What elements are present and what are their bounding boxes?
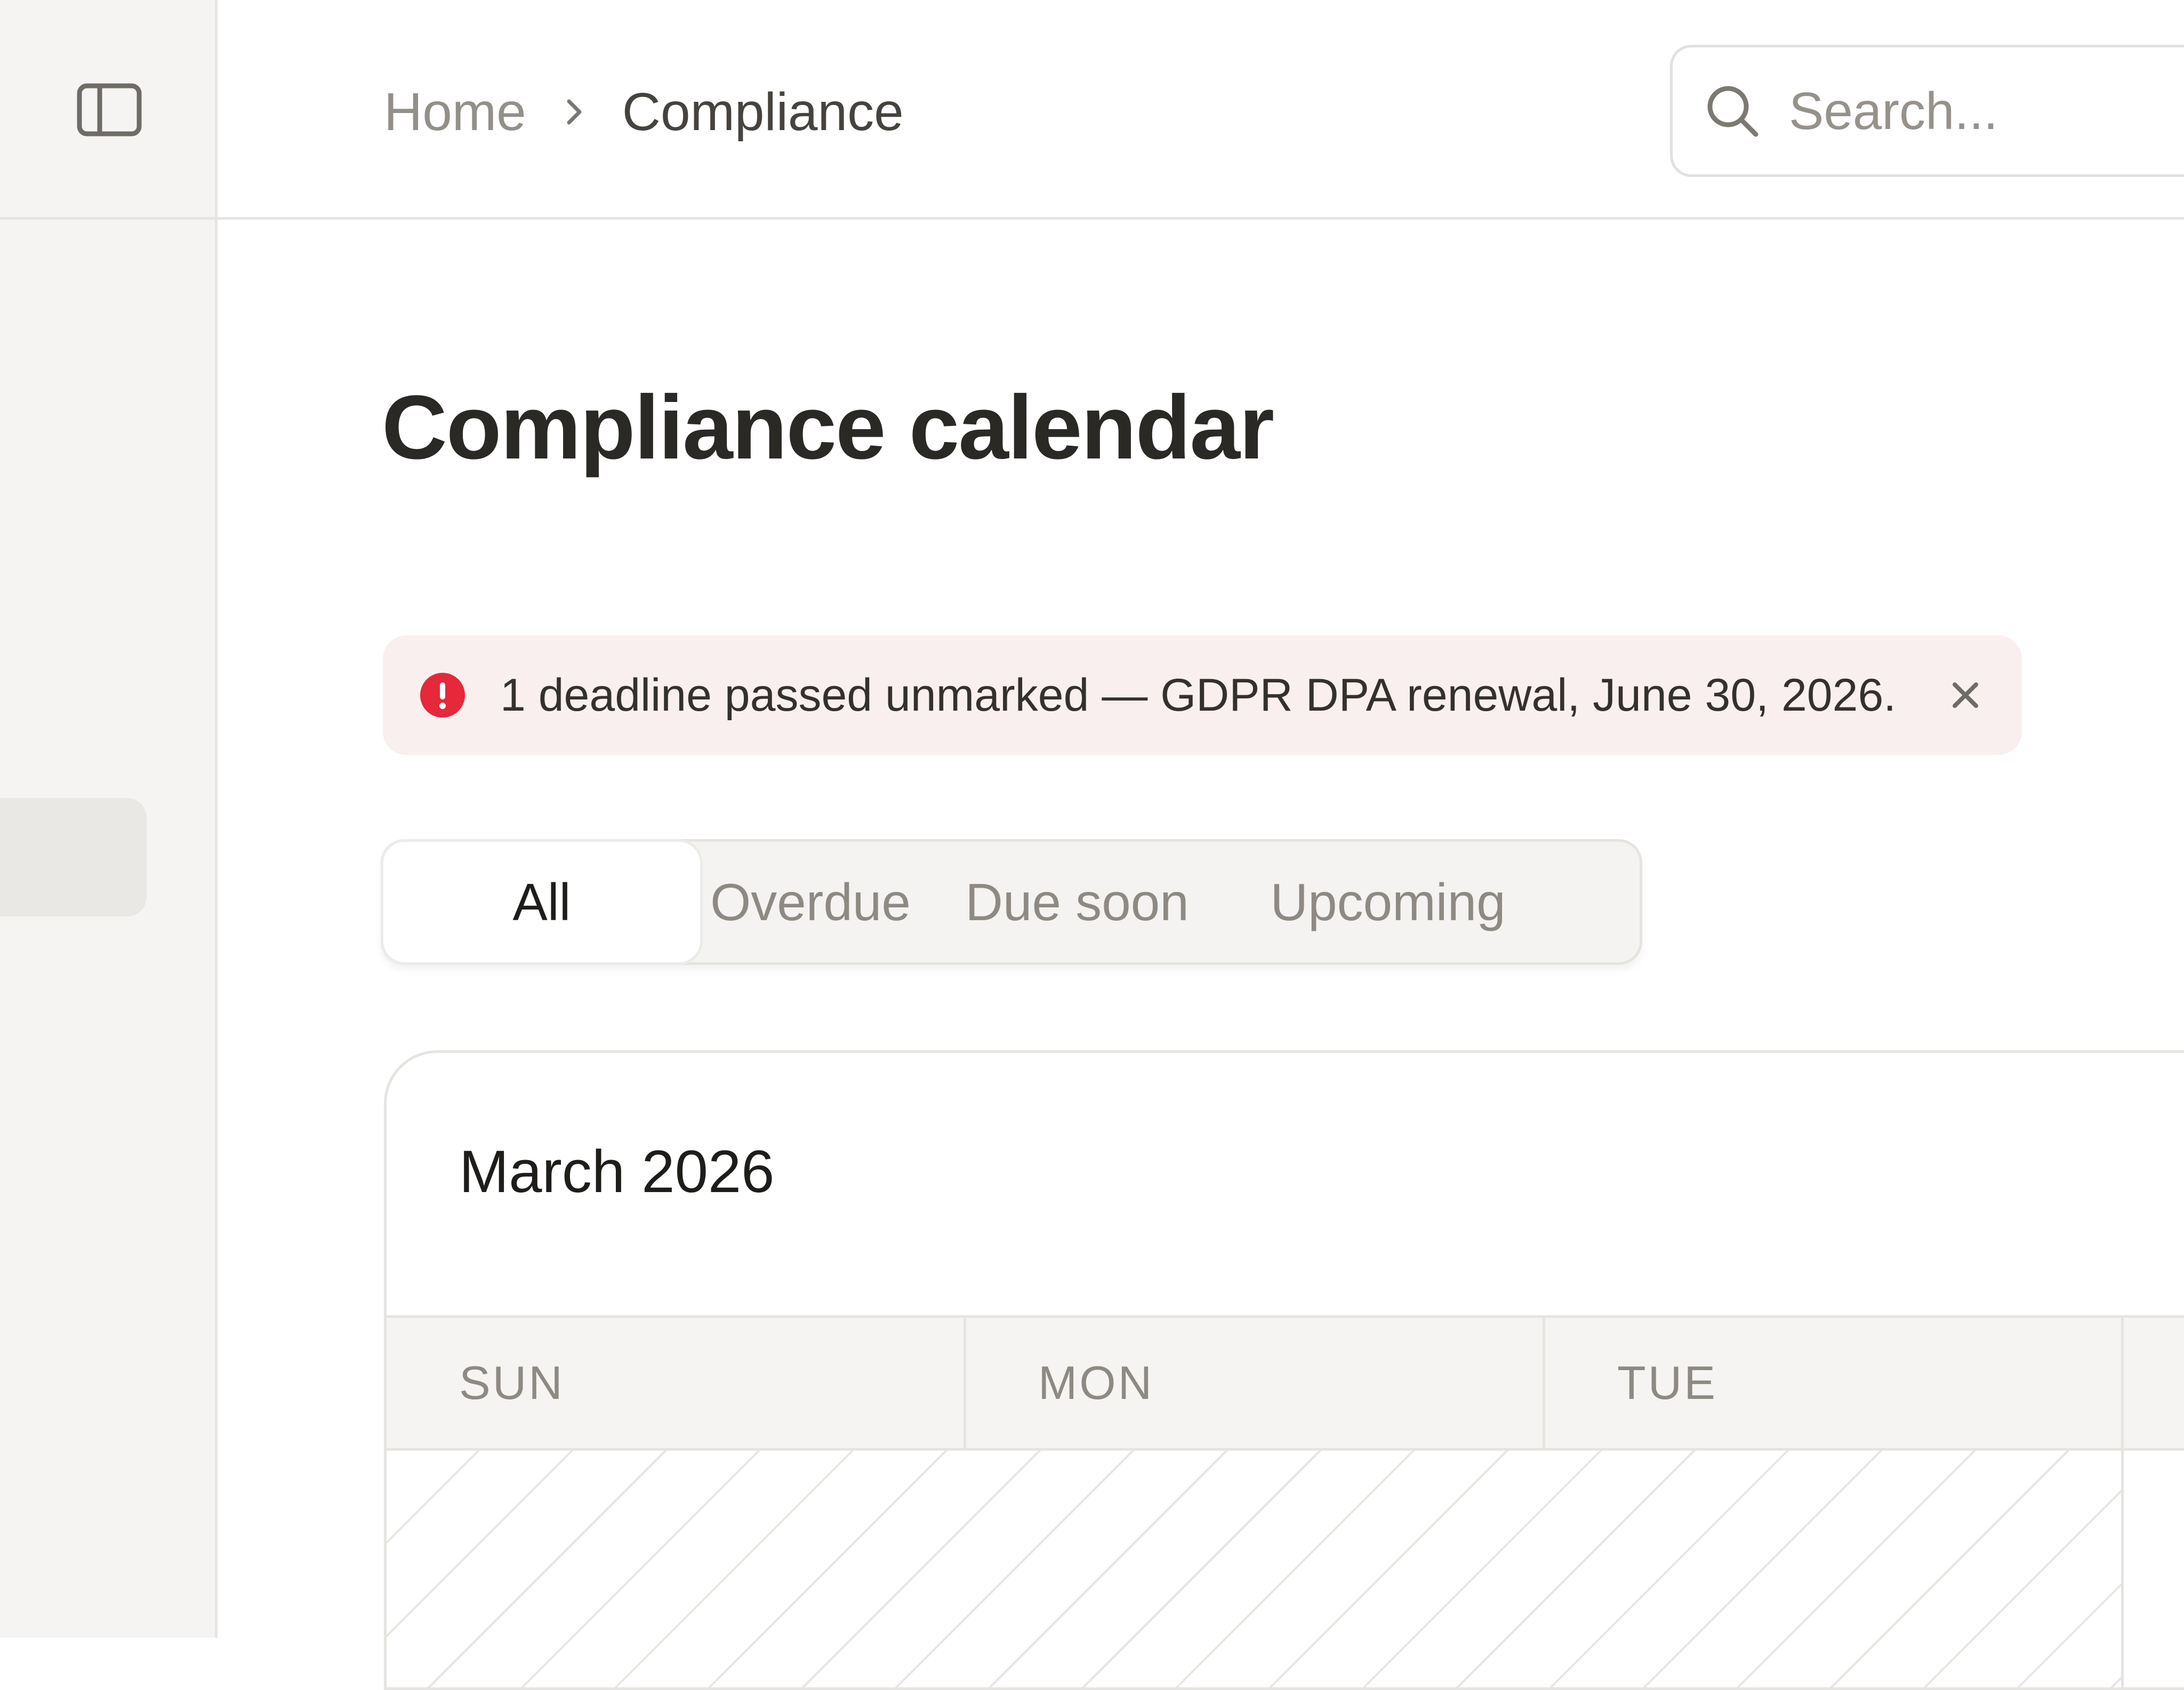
sidebar-toggle-button[interactable] — [73, 79, 146, 143]
weekday-header-row: SUN MON TUE — [387, 1315, 2184, 1451]
weekday-tue: TUE — [1617, 1356, 1717, 1409]
calendar-card: March 2026 SUN MON TUE — [384, 1050, 2184, 1690]
outside-month-days — [387, 1451, 2121, 1687]
filter-tabs: All Overdue Due soon Upcoming — [381, 839, 1642, 965]
alert-circle-icon — [419, 672, 466, 719]
page-title: Compliance calendar — [382, 377, 1274, 478]
search-icon — [1705, 83, 1760, 139]
search-placeholder: Search... — [1789, 81, 1998, 140]
tab-upcoming[interactable]: Upcoming — [1233, 842, 1543, 962]
calendar-month-title: March 2026 — [459, 1138, 775, 1205]
sidebar-item-active[interactable] — [0, 798, 147, 916]
sidebar-divider — [0, 217, 218, 220]
weekday-sun: SUN — [459, 1356, 565, 1409]
tab-overdue[interactable]: Overdue — [700, 842, 921, 962]
tab-due-soon[interactable]: Due soon — [921, 842, 1233, 962]
top-bar: Home Compliance Search... — [218, 0, 2184, 220]
overdue-alert-banner: 1 deadline passed unmarked — GDPR DPA re… — [383, 635, 2022, 755]
close-icon[interactable] — [1944, 674, 1987, 717]
tab-all[interactable]: All — [383, 842, 700, 962]
weekday-mon: MON — [1038, 1356, 1154, 1409]
breadcrumb: Home Compliance — [384, 75, 904, 149]
breadcrumb-current: Compliance — [622, 82, 904, 142]
breadcrumb-home-link[interactable]: Home — [384, 82, 526, 143]
chevron-right-icon — [564, 96, 585, 128]
column-divider — [2121, 1315, 2124, 1687]
sidebar — [0, 0, 218, 1638]
search-input[interactable]: Search... — [1670, 45, 2184, 177]
column-divider — [1543, 1315, 1545, 1451]
column-divider — [963, 1315, 966, 1451]
sidebar-toggle-icon — [76, 83, 142, 140]
alert-message: 1 deadline passed unmarked — GDPR DPA re… — [500, 669, 1897, 721]
